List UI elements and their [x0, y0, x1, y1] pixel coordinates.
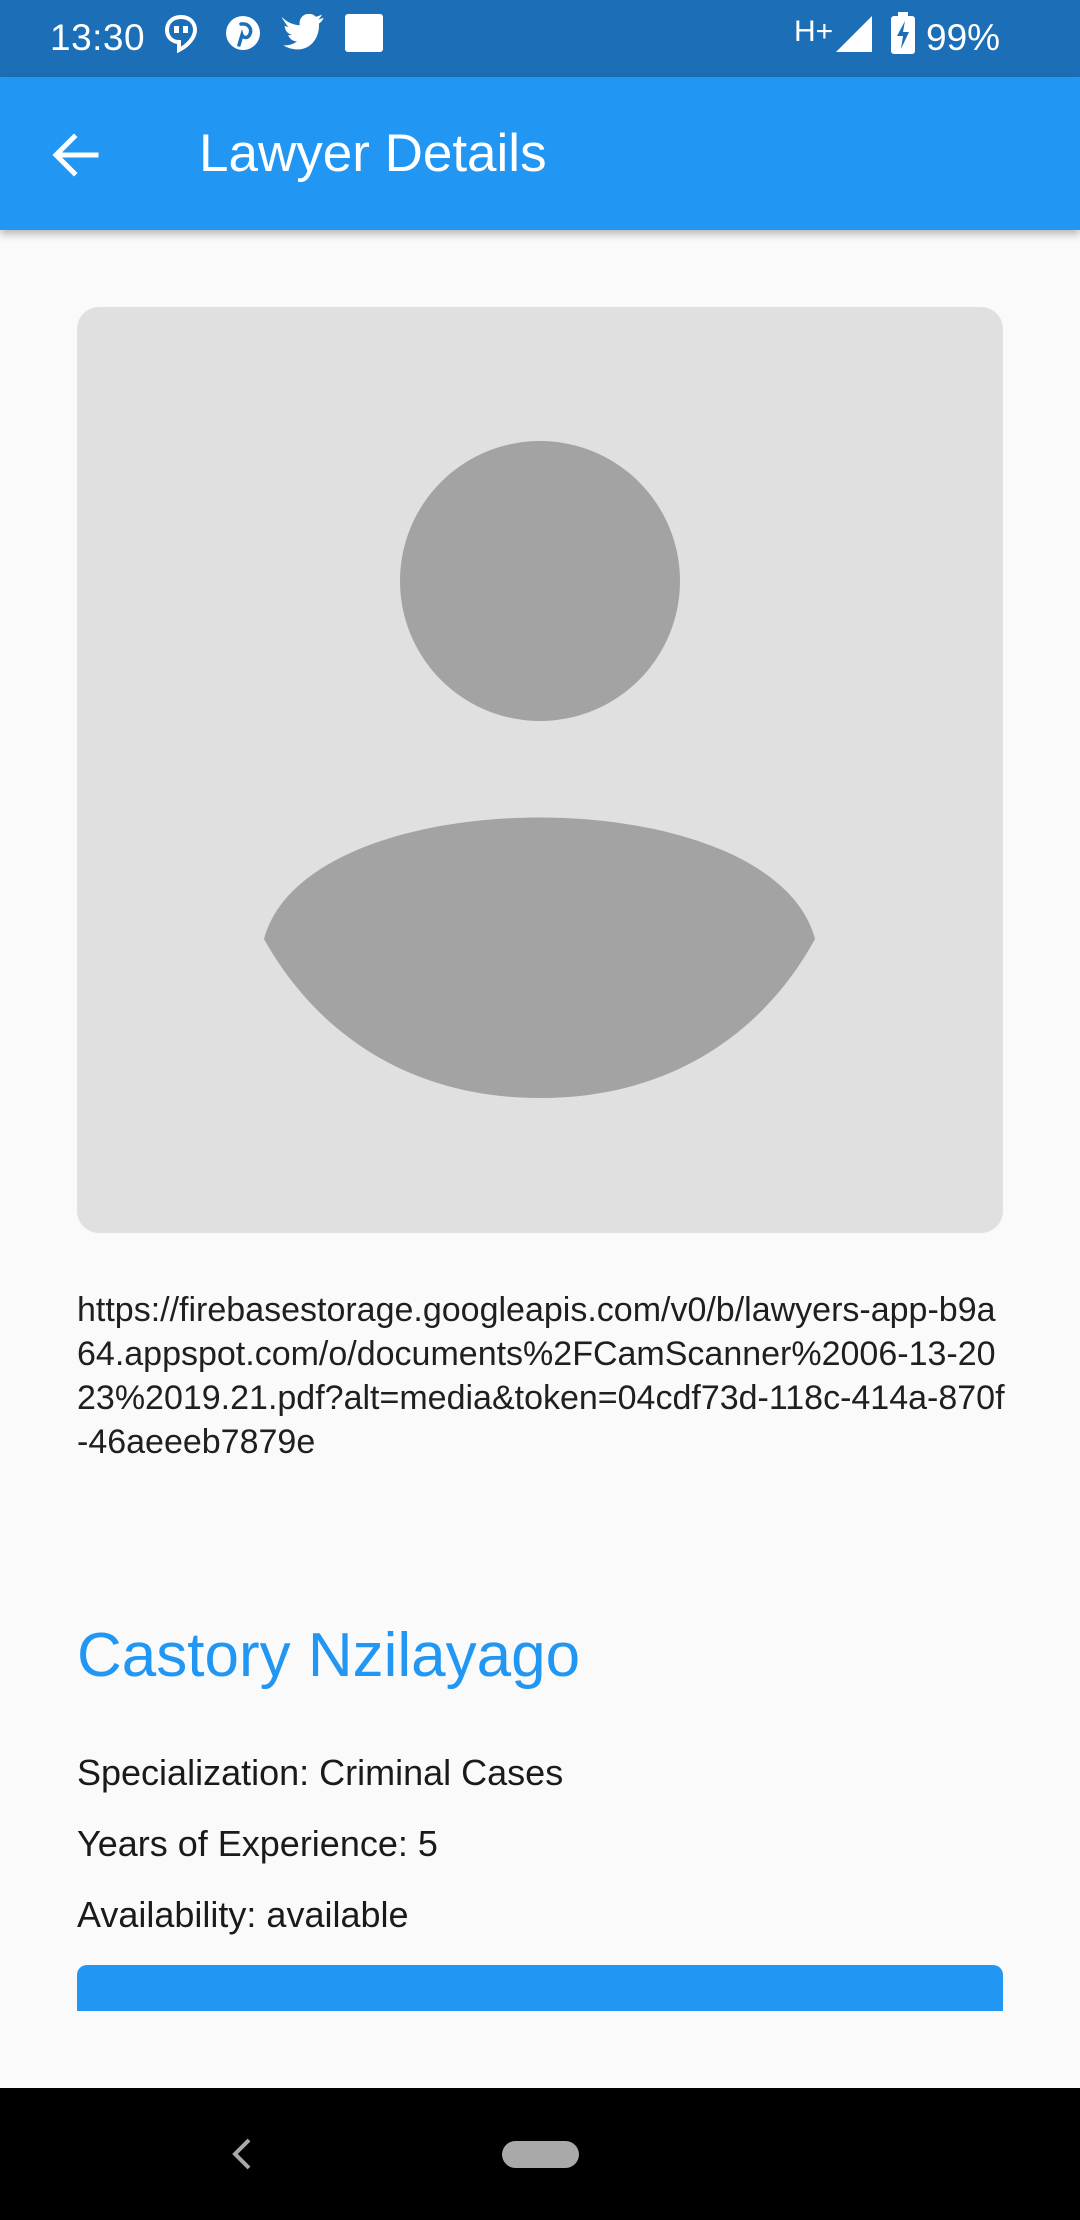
status-bar: 13:30 H+ 99%: [0, 0, 1080, 77]
network-type: H+: [794, 15, 834, 48]
chevron-left-icon: [232, 2138, 251, 2170]
battery-charging-icon: [890, 12, 916, 59]
action-button[interactable]: [77, 1965, 1003, 2011]
signal-icon: [836, 16, 874, 57]
status-time: 13:30: [50, 17, 146, 58]
experience-text: Years of Experience: 5: [77, 1823, 438, 1864]
battery-percent: 99%: [926, 17, 1001, 58]
availability-text: Availability: available: [77, 1894, 409, 1935]
navigation-bar: [0, 2088, 1080, 2220]
twitter-icon: [280, 13, 326, 57]
back-button[interactable]: [34, 113, 118, 197]
profile-image: [77, 307, 1003, 1233]
lawyer-name: Castory Nzilayago: [77, 1621, 581, 1690]
specialization-text: Specialization: Criminal Cases: [77, 1752, 564, 1793]
page-title: Lawyer Details: [199, 124, 547, 183]
nav-home-button[interactable]: [502, 2141, 579, 2168]
pinterest-icon: [224, 14, 262, 57]
hangouts-icon: [164, 14, 198, 59]
nav-back-button[interactable]: [220, 2132, 264, 2176]
arrow-back-icon: [52, 133, 99, 177]
person-silhouette-icon: [264, 441, 815, 1098]
app-bar: Lawyer Details: [0, 77, 1080, 230]
square-icon: [344, 13, 384, 58]
document-url: https://firebasestorage.googleapis.com/v…: [77, 1291, 1005, 1461]
